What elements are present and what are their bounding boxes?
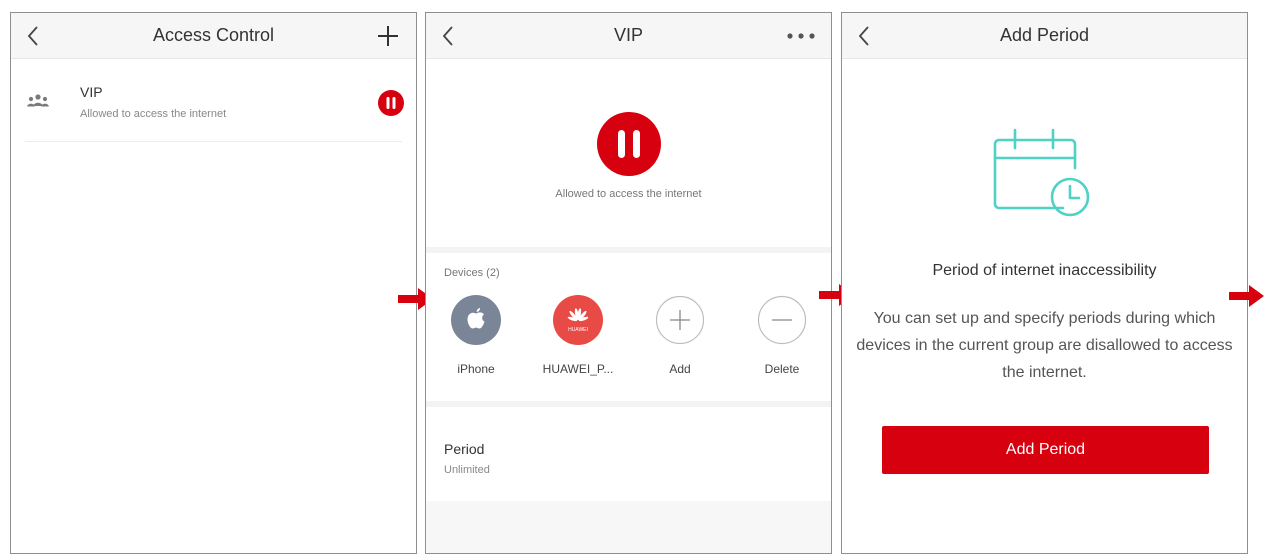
- access-status: Allowed to access the internet: [555, 188, 702, 200]
- period-title: Period: [444, 441, 485, 457]
- flow-arrow-icon: [1229, 285, 1264, 307]
- group-detail-screen: VIP Allowed to access the internet Devic…: [425, 12, 832, 554]
- apple-icon: [451, 295, 501, 345]
- nav-bar: Access Control: [11, 13, 416, 59]
- add-period-screen: Add Period Period of internet inaccessib…: [841, 12, 1248, 554]
- more-icon[interactable]: [785, 26, 817, 46]
- device-item[interactable]: HUAWEI HUAWEI_P...: [528, 295, 628, 385]
- pause-button[interactable]: [378, 90, 404, 116]
- section-heading: Period of internet inaccessibility: [932, 262, 1157, 279]
- status-section: Allowed to access the internet: [426, 60, 831, 247]
- pause-button[interactable]: [597, 112, 661, 176]
- access-control-screen: Access Control VIP Allowed to access the…: [10, 12, 417, 554]
- group-icon: [27, 94, 49, 107]
- page-title: Access Control: [152, 25, 275, 45]
- add-period-button[interactable]: Add Period: [882, 426, 1209, 474]
- devices-label: Devices (2): [444, 267, 500, 279]
- device-label: HUAWEI_P...: [542, 362, 614, 376]
- page-title: VIP: [613, 25, 643, 45]
- nav-bar: Add Period: [842, 13, 1247, 59]
- bottom-area: [426, 501, 831, 553]
- delete-device-button[interactable]: Delete: [732, 295, 831, 385]
- add-label: Add: [669, 362, 691, 376]
- group-name: VIP: [80, 84, 103, 100]
- delete-label: Delete: [764, 362, 800, 376]
- page-title: Add Period: [999, 25, 1090, 45]
- nav-bar: VIP: [426, 13, 831, 59]
- period-value: Unlimited: [444, 464, 490, 476]
- group-row-vip[interactable]: VIP Allowed to access the internet: [11, 73, 416, 143]
- huawei-logo-text: HUAWEI: [568, 327, 588, 333]
- description: You can set up and specify periods durin…: [856, 310, 1233, 381]
- period-row[interactable]: Period Unlimited: [426, 407, 831, 501]
- plus-icon: [655, 295, 705, 345]
- calendar-clock-icon: [993, 128, 1090, 217]
- add-icon[interactable]: [376, 24, 400, 48]
- minus-icon: [757, 295, 807, 345]
- device-label: iPhone: [457, 362, 495, 376]
- device-item[interactable]: iPhone: [426, 295, 526, 385]
- group-status: Allowed to access the internet: [80, 108, 227, 120]
- huawei-icon: HUAWEI: [553, 295, 603, 345]
- add-device-button[interactable]: Add: [630, 295, 730, 385]
- divider: [25, 141, 402, 142]
- section-divider: [426, 247, 831, 253]
